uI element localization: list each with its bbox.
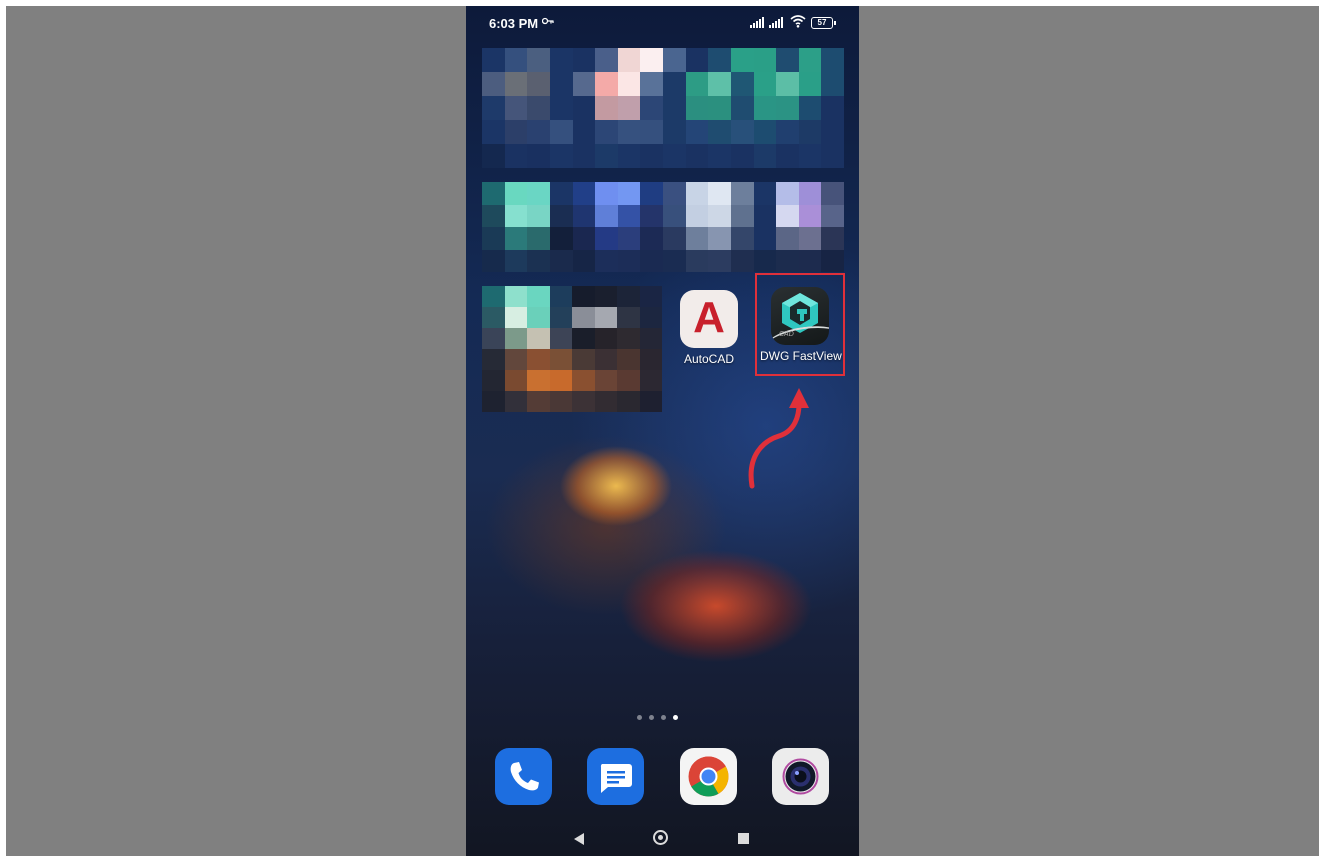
autocad-icon[interactable]: A	[680, 290, 738, 348]
page-dot	[661, 715, 666, 720]
dock	[466, 748, 859, 808]
chrome-icon[interactable]	[680, 748, 737, 805]
signal-icon	[769, 17, 783, 28]
blurred-app-folder[interactable]	[482, 286, 662, 412]
annotation-arrow-icon	[748, 388, 809, 489]
status-time: 6:03 PM	[489, 16, 539, 31]
autocad-label: AutoCAD	[683, 352, 735, 366]
home-icon[interactable]	[653, 830, 668, 845]
page-dot-active	[673, 715, 678, 720]
battery-icon: 57	[811, 17, 836, 29]
key-icon	[541, 16, 554, 28]
camera-icon[interactable]	[772, 748, 829, 805]
blurred-app-icons-row-2[interactable]	[482, 182, 844, 272]
blurred-app-icons-row-1[interactable]	[482, 48, 844, 168]
recents-icon[interactable]	[738, 833, 749, 844]
back-icon[interactable]	[574, 833, 584, 845]
autocad-app[interactable]: A AutoCAD	[669, 290, 749, 366]
page-dot	[637, 715, 642, 720]
page-dot	[649, 715, 654, 720]
wifi-icon	[790, 14, 806, 33]
page-indicator	[637, 715, 678, 720]
phone-icon[interactable]	[495, 748, 552, 805]
highlight-box	[755, 273, 845, 376]
signal-icon	[750, 17, 764, 28]
navigation-bar	[466, 821, 859, 856]
status-bar: 6:03 PM 57	[466, 6, 859, 40]
messages-icon[interactable]	[587, 748, 644, 805]
phone-home-screen: 6:03 PM 57 A AutoCAD CAD DWG FastView	[466, 6, 859, 856]
